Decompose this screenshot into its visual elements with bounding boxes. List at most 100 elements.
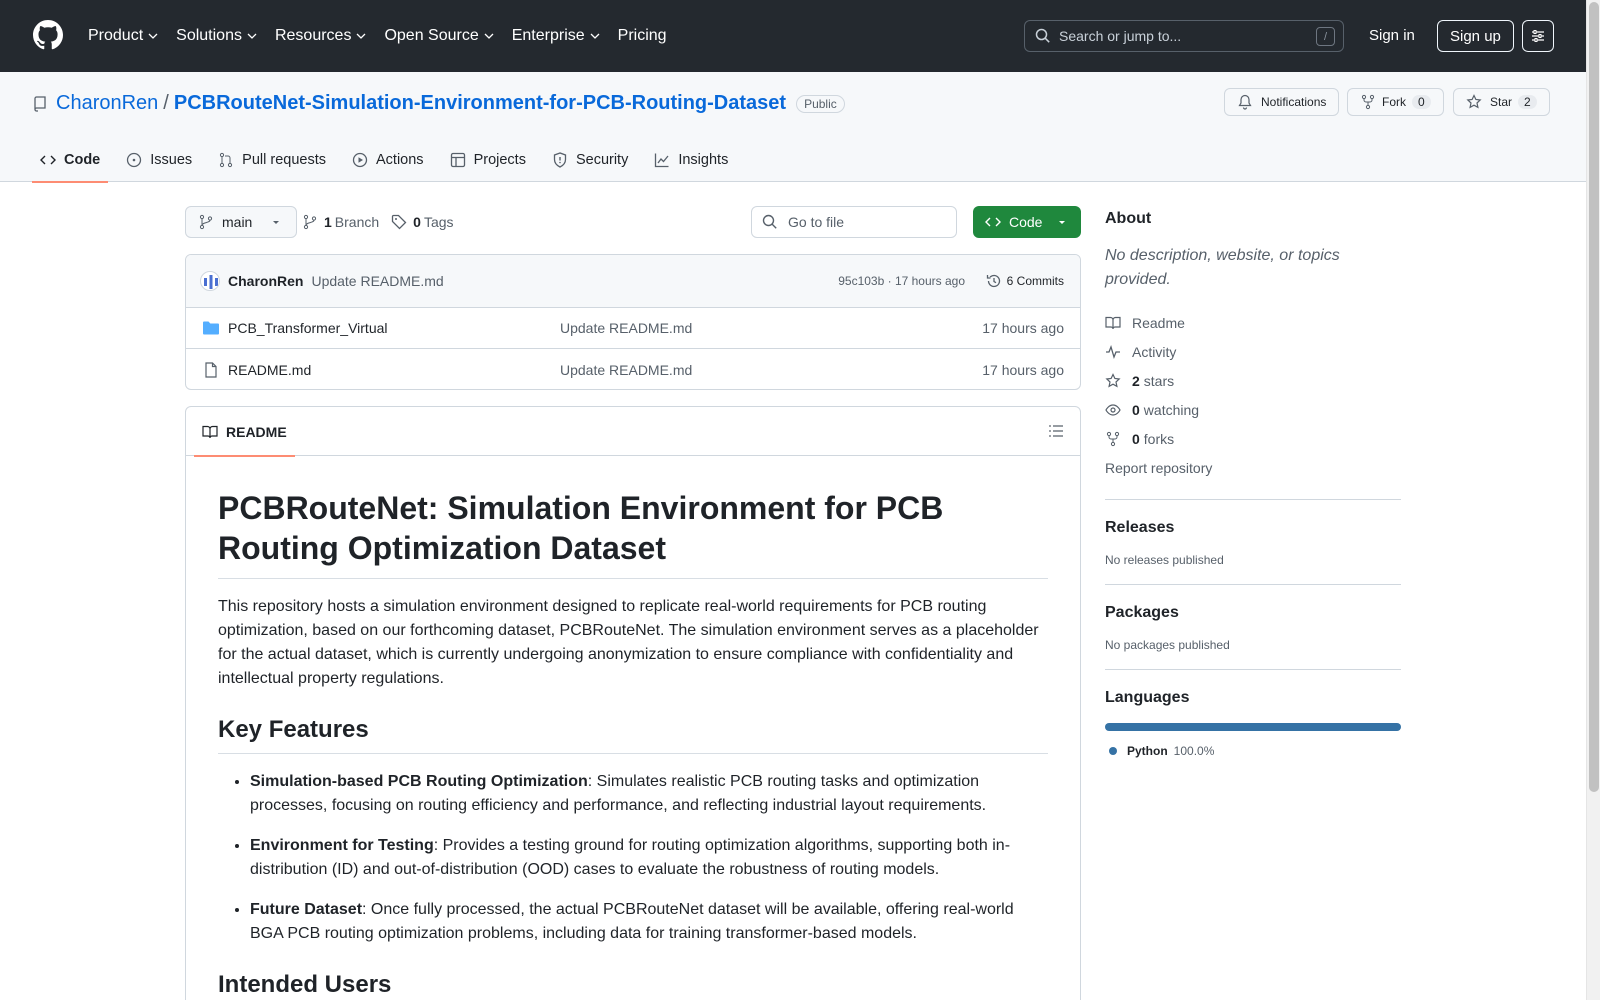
nav-enterprise-label: Enterprise bbox=[511, 27, 585, 44]
tab-actions[interactable]: Actions bbox=[344, 138, 432, 182]
repo-owner-link[interactable]: CharonRen bbox=[56, 92, 158, 115]
nav-solutions[interactable]: Solutions bbox=[176, 27, 257, 45]
tab-pull-requests[interactable]: Pull requests bbox=[210, 138, 334, 182]
readme-header: README bbox=[186, 407, 1080, 457]
scrollbar-thumb[interactable] bbox=[1589, 2, 1599, 792]
tab-security[interactable]: Security bbox=[544, 138, 636, 182]
file-icon bbox=[205, 361, 217, 378]
chevron-down-icon bbox=[590, 33, 600, 39]
readme-link-label: Readme bbox=[1132, 314, 1185, 331]
watching-label: watching bbox=[1143, 401, 1200, 418]
file-commit-message[interactable]: Update README.md bbox=[560, 362, 692, 378]
nav-pricing[interactable]: Pricing bbox=[618, 27, 667, 45]
forks-link[interactable]: 0 forks bbox=[1105, 424, 1401, 453]
language-item[interactable]: Python 100.0% bbox=[1105, 744, 1401, 758]
commits-count-label: 6 Commits bbox=[1006, 274, 1064, 288]
code-icon bbox=[40, 155, 56, 165]
file-age: 17 hours ago bbox=[982, 361, 1064, 378]
readme-tab[interactable]: README bbox=[194, 407, 295, 457]
feature-title: Environment for Testing bbox=[250, 837, 434, 854]
nav-enterprise[interactable]: Enterprise bbox=[512, 27, 600, 45]
star-count: 2 bbox=[1518, 95, 1537, 109]
tag-count-label[interactable]: Tags bbox=[424, 214, 454, 230]
file-age: 17 hours ago bbox=[982, 320, 1064, 336]
nav-open-source-label: Open Source bbox=[384, 27, 479, 44]
list-item: Future Dataset: Once fully processed, th… bbox=[250, 898, 1048, 946]
nav-product[interactable]: Product bbox=[88, 27, 158, 45]
tab-code[interactable]: Code bbox=[32, 138, 109, 183]
branch-count-label[interactable]: Branch bbox=[335, 214, 379, 230]
file-row[interactable]: README.md Update README.md 17 hours ago bbox=[186, 349, 1080, 389]
repo-tabs: Code Issues Pull requests Actions Projec… bbox=[32, 138, 746, 183]
sign-in-link[interactable]: Sign in bbox=[1369, 27, 1415, 44]
list-icon[interactable] bbox=[1048, 423, 1064, 439]
feature-text: : Once fully processed, the actual PCBRo… bbox=[250, 901, 1014, 942]
watching-count: 0 bbox=[1132, 401, 1140, 418]
sign-up-button[interactable]: Sign up bbox=[1437, 20, 1514, 52]
file-row[interactable]: PCB_Transformer_Virtual Update README.md… bbox=[186, 308, 1080, 349]
tab-insights-label: Insights bbox=[678, 152, 729, 168]
list-item: Simulation-based PCB Routing Optimizatio… bbox=[250, 770, 1048, 818]
file-name[interactable]: README.md bbox=[228, 362, 311, 378]
nav-resources[interactable]: Resources bbox=[275, 27, 366, 45]
readme-link[interactable]: Readme bbox=[1105, 308, 1401, 337]
tag-icon bbox=[392, 214, 407, 230]
search-icon bbox=[762, 214, 777, 229]
commit-meta[interactable]: 95c103b · 17 hours ago bbox=[838, 274, 965, 288]
heading-intended-users: Intended Users bbox=[218, 970, 1048, 1000]
stars-label: stars bbox=[1143, 372, 1175, 389]
activity-link[interactable]: Activity bbox=[1105, 337, 1401, 366]
tab-pull-requests-label: Pull requests bbox=[242, 152, 326, 168]
github-logo-icon[interactable] bbox=[33, 20, 63, 50]
command-menu-button[interactable] bbox=[1522, 20, 1554, 52]
search-input[interactable]: Search or jump to... / bbox=[1024, 20, 1344, 52]
branch-icon bbox=[303, 214, 317, 230]
tab-projects[interactable]: Projects bbox=[442, 138, 534, 182]
pull-request-icon bbox=[220, 152, 233, 168]
code-dropdown-button[interactable]: Code bbox=[973, 206, 1081, 238]
chevron-down-icon bbox=[356, 33, 366, 39]
file-commit-message[interactable]: Update README.md bbox=[560, 320, 692, 336]
tag-count[interactable]: 0 bbox=[413, 214, 421, 230]
language-bar bbox=[1105, 723, 1401, 731]
notifications-label: Notifications bbox=[1261, 95, 1327, 109]
branch-selector[interactable]: main bbox=[185, 206, 298, 238]
packages-heading[interactable]: Packages bbox=[1105, 604, 1401, 622]
stars-link[interactable]: 2 stars bbox=[1105, 366, 1401, 395]
notifications-button[interactable]: Notifications bbox=[1224, 88, 1340, 116]
languages-heading: Languages bbox=[1105, 689, 1190, 706]
nav-open-source[interactable]: Open Source bbox=[384, 27, 494, 45]
go-to-file-input[interactable]: Go to file bbox=[751, 206, 957, 238]
commits-link[interactable]: 6 Commits bbox=[986, 273, 1064, 289]
tab-actions-label: Actions bbox=[376, 152, 424, 168]
branch-count[interactable]: 1 bbox=[324, 214, 332, 230]
watching-link[interactable]: 0 watching bbox=[1105, 395, 1401, 424]
fork-button[interactable]: Fork 0 bbox=[1347, 88, 1444, 116]
repo-name-link[interactable]: PCBRouteNet-Simulation-Environment-for-P… bbox=[174, 92, 786, 115]
commit-message[interactable]: Update README.md bbox=[311, 273, 443, 289]
releases-section: Releases No releases published bbox=[1105, 499, 1401, 567]
page-scrollbar[interactable] bbox=[1586, 0, 1600, 1000]
branch-icon bbox=[199, 214, 213, 230]
repo-icon bbox=[34, 95, 46, 112]
caret-down-icon bbox=[1059, 221, 1066, 224]
report-repository-link[interactable]: Report repository bbox=[1105, 453, 1401, 482]
report-repository-label: Report repository bbox=[1105, 459, 1213, 476]
star-button[interactable]: Star 2 bbox=[1453, 88, 1550, 116]
releases-heading[interactable]: Releases bbox=[1105, 519, 1401, 537]
code-icon bbox=[985, 217, 1001, 227]
play-icon bbox=[352, 152, 368, 168]
language-color-dot bbox=[1109, 747, 1117, 755]
commit-author[interactable]: CharonRen bbox=[228, 273, 303, 289]
bell-icon bbox=[1238, 94, 1252, 110]
list-item: Environment for Testing: Provides a test… bbox=[250, 834, 1048, 882]
tab-issues[interactable]: Issues bbox=[118, 138, 200, 182]
avatar[interactable] bbox=[200, 271, 220, 291]
about-description: No description, website, or topics provi… bbox=[1105, 247, 1340, 288]
tab-insights[interactable]: Insights bbox=[646, 138, 736, 182]
language-percent: 100.0% bbox=[1173, 744, 1215, 758]
stars-count: 2 bbox=[1132, 372, 1140, 389]
tab-issues-label: Issues bbox=[150, 152, 193, 168]
file-name[interactable]: PCB_Transformer_Virtual bbox=[228, 320, 388, 336]
readme-tab-label: README bbox=[226, 423, 287, 440]
